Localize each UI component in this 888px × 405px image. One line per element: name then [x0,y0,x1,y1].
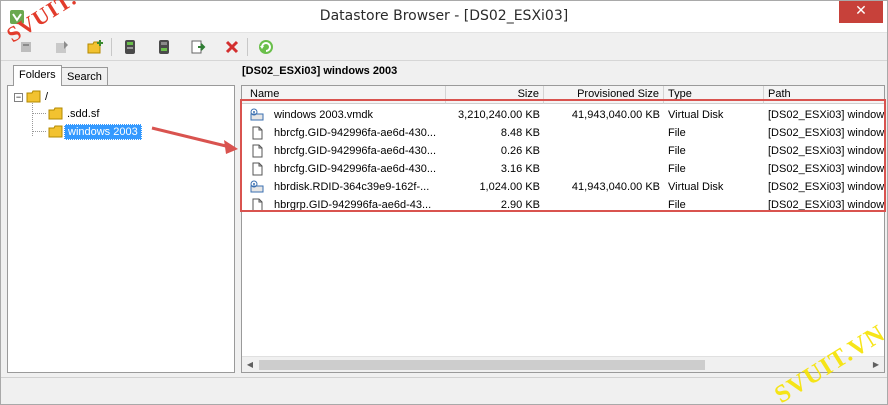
title-bar: Datastore Browser - [DS02_ESXi03] ✕ [1,1,887,33]
tree-node-sdd-sf[interactable]: .sdd.sf [48,106,102,122]
new-folder-icon[interactable] [85,37,107,57]
folder-open-icon [26,90,41,103]
window-title: Datastore Browser - [DS02_ESXi03] [319,8,569,24]
close-button[interactable]: ✕ [839,1,883,23]
tab-search[interactable]: Search [61,67,108,86]
left-pane: Folders Search − / .sdd.sf windows 2003 [7,65,235,373]
download-file-icon[interactable] [153,37,175,57]
annotation-highlight-box [240,99,886,212]
upload-icon[interactable] [51,37,73,57]
delete-icon[interactable] [221,37,243,57]
scrollbar-thumb[interactable] [259,360,705,370]
folder-icon [48,107,63,120]
tree-label-windows-2003: windows 2003 [64,124,142,140]
current-path-label: [DS02_ESXi03] windows 2003 [242,65,398,77]
tree-label-root: / [45,91,49,103]
horizontal-scrollbar[interactable]: ◀ ▶ [242,356,884,372]
upload-file-icon[interactable] [119,37,141,57]
collapse-toggle[interactable]: − [14,92,23,102]
status-bar [1,377,887,404]
tree-label-sdd-sf: .sdd.sf [67,108,100,120]
refresh-icon[interactable] [255,37,277,57]
tree-node-root[interactable]: − / [14,89,51,105]
folder-open-icon [48,125,63,138]
tree-node-windows-2003[interactable]: windows 2003 [48,124,142,140]
toolbar [1,33,887,61]
scroll-left-icon[interactable]: ◀ [242,357,258,372]
tab-folders[interactable]: Folders [13,65,62,86]
folder-tree: − / .sdd.sf windows 2003 [7,85,235,373]
move-icon[interactable] [187,37,209,57]
scroll-right-icon[interactable]: ▶ [868,357,884,372]
